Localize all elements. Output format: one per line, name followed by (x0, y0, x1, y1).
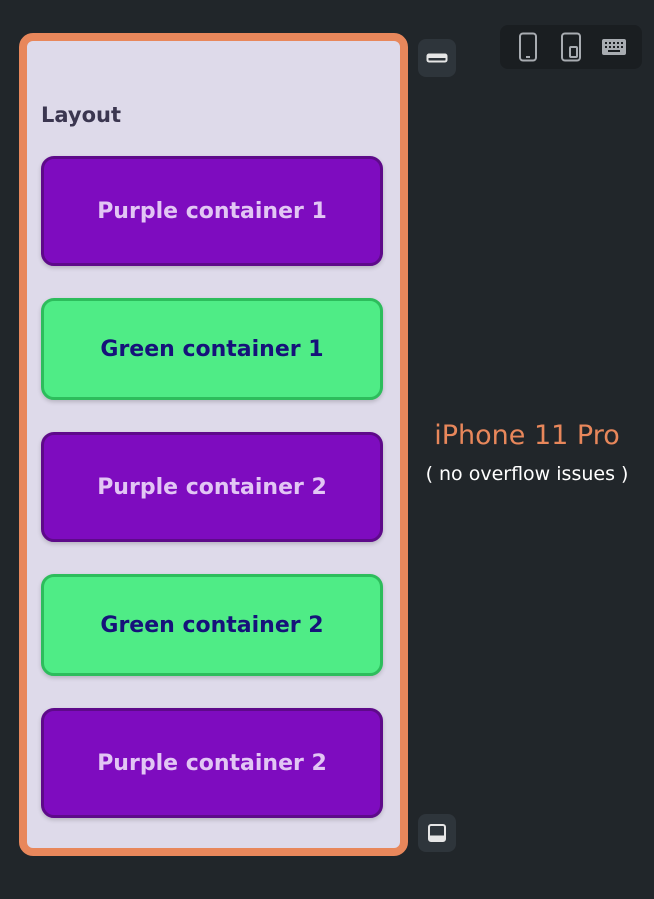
device-frame: Layout Purple container 1 Green containe… (19, 33, 408, 856)
device-toolbar (500, 25, 642, 69)
phone-icon (518, 32, 537, 62)
device-screen: Layout Purple container 1 Green containe… (27, 41, 400, 848)
page-title: Layout (41, 103, 122, 127)
green-container-2: Green container 2 (41, 574, 383, 676)
keyboard-icon (602, 39, 627, 55)
green-container-1: Green container 1 (41, 298, 383, 400)
phone-view-button[interactable] (511, 30, 545, 64)
purple-container-2: Purple container 2 (41, 432, 383, 542)
status-bar-icon (426, 53, 448, 63)
keyboard-toggle-button[interactable] (597, 30, 631, 64)
tablet-view-button[interactable] (554, 30, 588, 64)
toggle-status-bar-button[interactable] (418, 39, 456, 77)
preview-stage: Layout Purple container 1 Green containe… (0, 0, 654, 899)
purple-container-1: Purple container 1 (41, 156, 383, 266)
overflow-status-label: ( no overflow issues ) (425, 463, 629, 485)
bottom-bar-icon (428, 824, 446, 842)
purple-container-3: Purple container 2 (41, 708, 383, 818)
device-name-label: iPhone 11 Pro (434, 420, 620, 451)
toggle-bottom-bar-button[interactable] (418, 814, 456, 852)
tablet-icon (560, 32, 581, 62)
